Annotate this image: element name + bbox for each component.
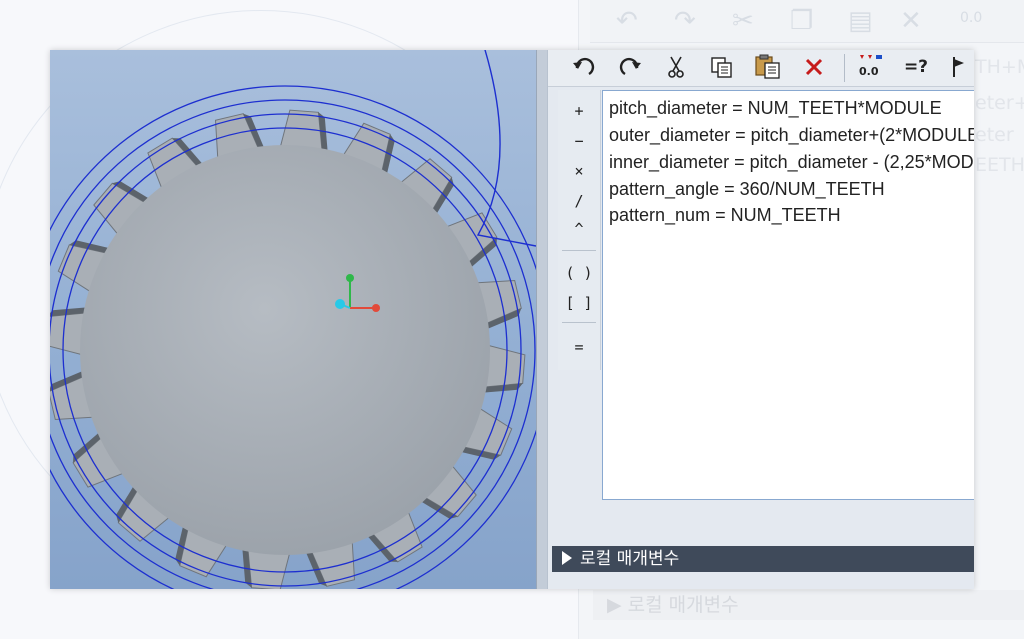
op-parentheses-button[interactable]: ( ) — [562, 260, 596, 286]
op-equals-button[interactable]: = — [562, 334, 596, 360]
op-multiply-button[interactable]: × — [562, 158, 596, 184]
toolbar-separator — [844, 54, 845, 82]
relation-line[interactable]: pattern_angle = 360/NUM_TEETH — [609, 178, 885, 200]
faded-text-2: eter+ — [975, 92, 1024, 114]
op-brackets-button[interactable]: [ ] — [562, 290, 596, 316]
redo-button[interactable] — [614, 52, 646, 82]
units-icon: 0.0 — [859, 55, 882, 78]
paste-button[interactable] — [752, 52, 784, 82]
operator-bar: + − × / ^ ( ) [ ] = — [558, 90, 601, 370]
verify-label: =? — [903, 57, 929, 77]
delete-button[interactable] — [798, 52, 830, 82]
pane-splitter[interactable] — [536, 50, 548, 589]
op-plus-button[interactable]: + — [562, 98, 596, 124]
units-label: 0.0 — [859, 65, 879, 78]
faded-copy-icon: ❐ — [790, 6, 814, 36]
faded-text-1: TH+M — [975, 56, 1024, 78]
delete-x-icon — [805, 58, 823, 76]
copy-button[interactable] — [706, 52, 738, 82]
faded-text-4: EETH — [975, 154, 1024, 176]
expand-triangle-icon — [562, 550, 572, 565]
paste-icon — [755, 54, 780, 79]
relation-line[interactable]: pitch_diameter = NUM_TEETH*MODULE — [609, 97, 942, 119]
relation-line[interactable]: outer_diameter = pitch_diameter+(2*MODUL… — [609, 124, 974, 146]
relations-editor: 0.0 =? + − × / ^ ( ) [ ] = pitch_diamete… — [548, 50, 974, 589]
verify-button[interactable]: =? — [900, 52, 932, 82]
faded-paste-icon: ▤ — [848, 6, 873, 36]
gear-model-svg — [50, 50, 536, 589]
relations-text-area[interactable]: pitch_diameter = NUM_TEETH*MODULE outer_… — [602, 90, 974, 500]
op-divide-button[interactable]: / — [562, 188, 596, 214]
relation-line[interactable]: inner_diameter = pitch_diameter - (2,25*… — [609, 151, 974, 173]
faded-toolbar: ↶ ↷ ✂ ❐ ▤ ✕ 0.0 — [590, 0, 1024, 43]
model-viewport[interactable] — [50, 50, 536, 589]
cut-button[interactable] — [660, 52, 692, 82]
faded-delete-x-icon: ✕ — [900, 6, 922, 36]
operator-separator — [562, 250, 596, 251]
relation-line[interactable]: pattern_num = NUM_TEETH — [609, 204, 841, 226]
local-parameters-header[interactable]: 로컬 매개변수 — [552, 546, 974, 572]
copy-icon — [711, 57, 732, 78]
faded-scissors-icon: ✂ — [732, 6, 754, 36]
faded-redo-icon: ↷ — [674, 6, 696, 36]
editor-toolbar: 0.0 =? — [548, 50, 974, 87]
undo-button[interactable] — [568, 52, 600, 82]
insert-button[interactable] — [942, 52, 974, 82]
op-power-button[interactable]: ^ — [562, 216, 596, 242]
redo-icon — [619, 57, 641, 76]
faded-undo-icon: ↶ — [616, 6, 638, 36]
screenshot-card: 0.0 =? + − × / ^ ( ) [ ] = pitch_diamete… — [50, 50, 974, 589]
faded-section-label: 로컬 매개변수 — [627, 594, 739, 616]
local-parameters-label: 로컬 매개변수 — [580, 549, 680, 569]
undo-icon — [573, 57, 595, 76]
operator-separator — [562, 322, 596, 323]
faded-section-header: ▶ 로컬 매개변수 — [593, 590, 1024, 620]
scissors-icon — [668, 56, 684, 78]
mating-gear-arc — [476, 50, 536, 247]
flag-icon — [953, 57, 964, 77]
faded-text-3: eter — [975, 124, 1014, 146]
faded-units-icon: 0.0 — [960, 10, 983, 26]
units-button[interactable]: 0.0 — [854, 52, 886, 82]
gear-body — [80, 145, 490, 555]
op-minus-button[interactable]: − — [562, 128, 596, 154]
